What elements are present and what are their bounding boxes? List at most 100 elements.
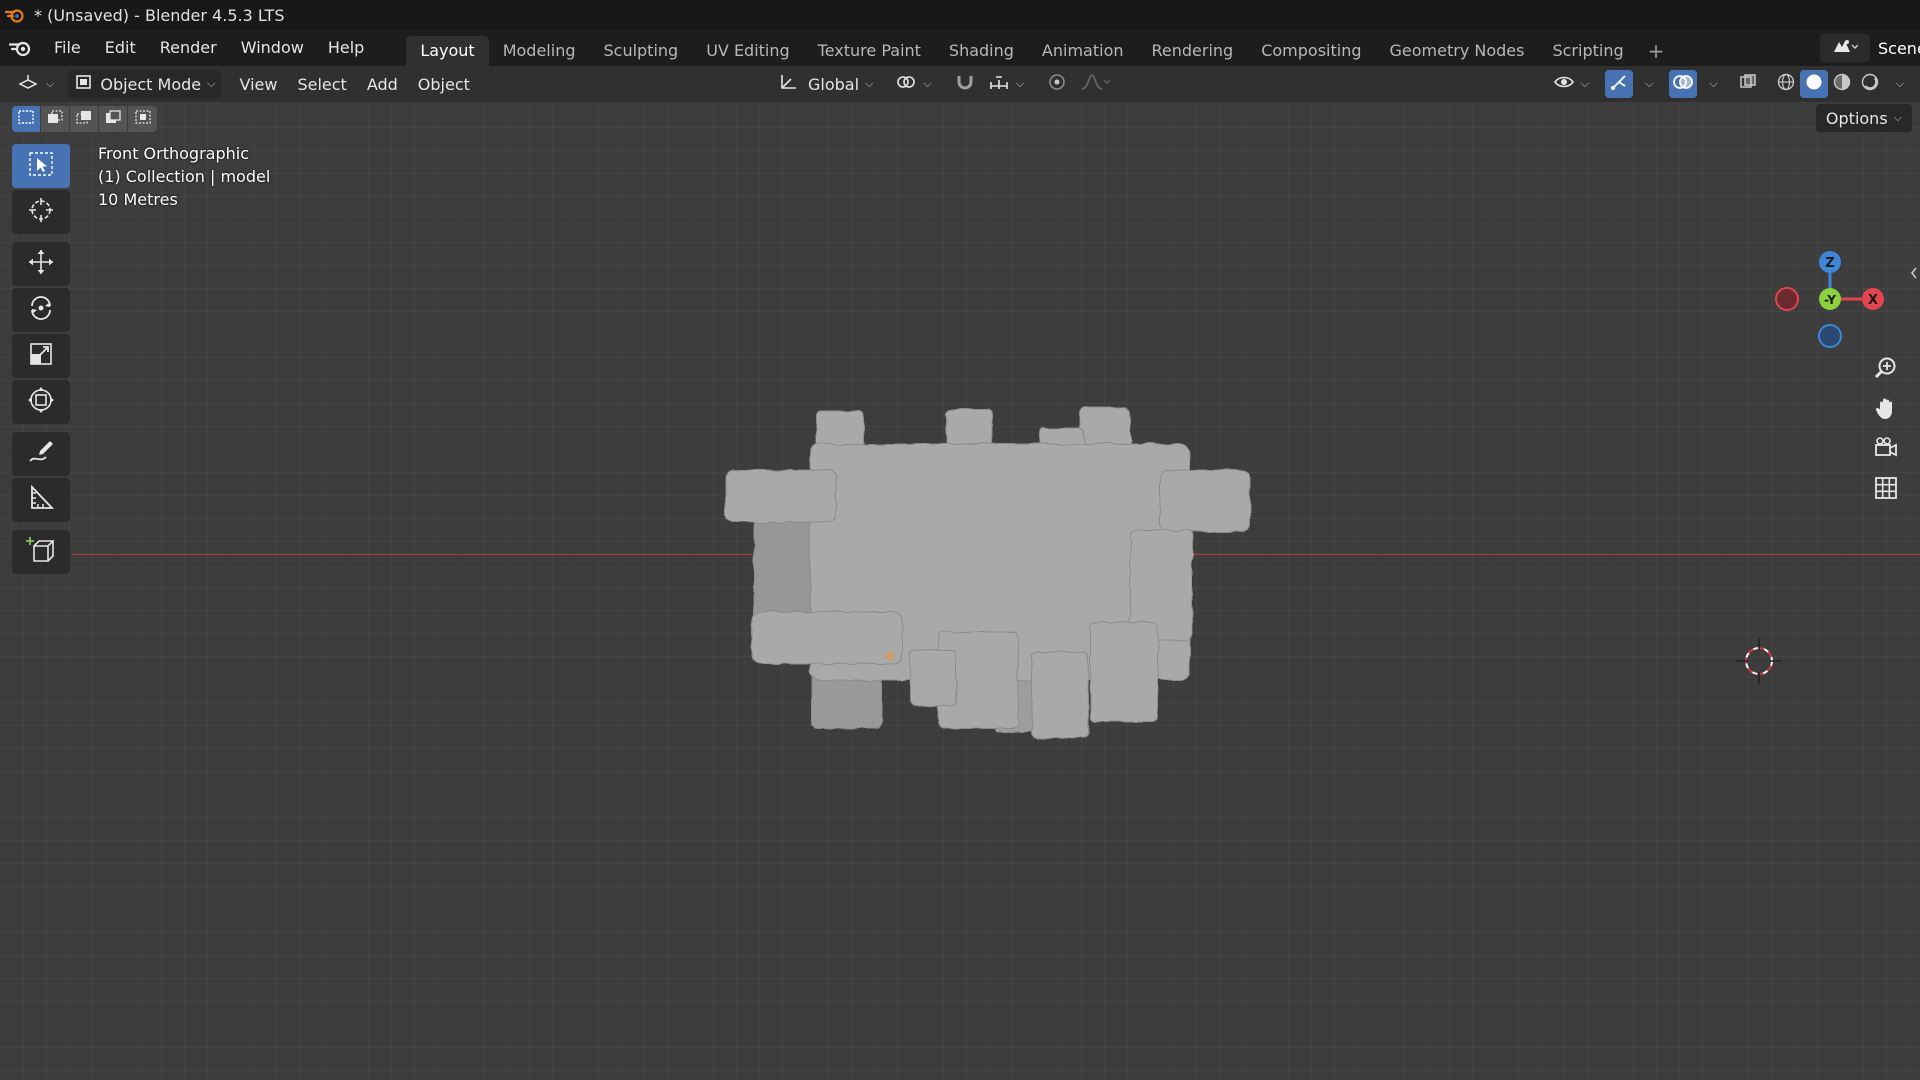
scene-name[interactable]: Scene bbox=[1874, 39, 1920, 58]
blender-menu-icon[interactable] bbox=[0, 30, 42, 66]
select-intersect-button[interactable] bbox=[128, 106, 157, 132]
menu-render[interactable]: Render bbox=[148, 34, 229, 62]
menu-file[interactable]: File bbox=[42, 34, 93, 62]
tab-modeling[interactable]: Modeling bbox=[489, 36, 590, 66]
editor-type-button[interactable]: ⌵ bbox=[12, 70, 60, 98]
pivot-icon bbox=[895, 72, 917, 96]
gizmo-neg-x[interactable] bbox=[1775, 287, 1799, 311]
select-new-icon bbox=[17, 109, 35, 129]
shading-rendered-button[interactable] bbox=[1856, 70, 1884, 98]
tab-texture-paint[interactable]: Texture Paint bbox=[804, 36, 935, 66]
shading-dropdown[interactable]: ⌵ bbox=[1884, 70, 1910, 98]
collection-info: (1) Collection | model bbox=[98, 167, 271, 186]
proportional-falloff-dropdown[interactable] bbox=[1074, 70, 1116, 98]
overlays-dropdown[interactable]: ⌵ bbox=[1697, 70, 1723, 98]
cursor-tool[interactable] bbox=[12, 190, 70, 234]
select-extend-button[interactable] bbox=[41, 106, 70, 132]
pivot-point-dropdown[interactable]: ⌵ bbox=[889, 70, 937, 98]
navigation-gizmo[interactable]: Z X -Y bbox=[1775, 244, 1885, 354]
gizmo-dropdown[interactable]: ⌵ bbox=[1633, 70, 1659, 98]
3d-viewport[interactable]: Options ⌵ Front Orthographic (1) Collect… bbox=[0, 102, 1920, 1080]
gizmo-neg-z[interactable] bbox=[1818, 324, 1842, 348]
chevron-down-icon: ⌵ bbox=[1895, 77, 1904, 90]
shading-solid-button[interactable] bbox=[1799, 70, 1828, 98]
scale-icon bbox=[26, 339, 56, 373]
annotate-tool[interactable] bbox=[12, 432, 70, 476]
scale-tool[interactable] bbox=[12, 334, 70, 378]
menu-object[interactable]: Object bbox=[408, 75, 480, 94]
zoom-button[interactable] bbox=[1868, 352, 1904, 388]
scene-icon bbox=[1832, 37, 1859, 59]
menu-edit[interactable]: Edit bbox=[93, 34, 148, 62]
add-cube-icon bbox=[26, 535, 56, 569]
magnet-icon bbox=[954, 72, 976, 96]
xray-toggle[interactable] bbox=[1734, 70, 1762, 98]
shading-wireframe-button[interactable] bbox=[1772, 70, 1800, 98]
xray-icon bbox=[1738, 72, 1758, 96]
orientation-label: Global bbox=[808, 74, 860, 94]
select-new-button[interactable] bbox=[12, 106, 41, 132]
move-arrows-icon bbox=[26, 247, 56, 281]
proportional-icon bbox=[1046, 72, 1068, 96]
tab-layout[interactable]: Layout bbox=[406, 36, 489, 66]
camera-view-button[interactable] bbox=[1868, 432, 1904, 468]
tab-shading[interactable]: Shading bbox=[935, 36, 1028, 66]
scene-selector-button[interactable] bbox=[1820, 34, 1870, 62]
hand-icon bbox=[1873, 395, 1899, 425]
3d-cursor-icon[interactable] bbox=[1730, 632, 1788, 690]
menu-help[interactable]: Help bbox=[316, 34, 376, 62]
add-workspace-button[interactable]: + bbox=[1638, 39, 1675, 63]
select-extend-icon bbox=[46, 109, 64, 129]
gizmo-y-label: -Y bbox=[1824, 293, 1836, 307]
measure-tool[interactable] bbox=[12, 478, 70, 522]
menu-window[interactable]: Window bbox=[229, 34, 316, 62]
tab-compositing[interactable]: Compositing bbox=[1247, 36, 1375, 66]
add-cube-tool[interactable] bbox=[12, 530, 70, 574]
sidebar-toggle-button[interactable] bbox=[1908, 262, 1920, 286]
top-header: File Edit Render Window Help Layout Mode… bbox=[0, 30, 1920, 66]
tab-animation[interactable]: Animation bbox=[1028, 36, 1138, 66]
tab-rendering[interactable]: Rendering bbox=[1138, 36, 1248, 66]
tab-geometry-nodes[interactable]: Geometry Nodes bbox=[1376, 36, 1539, 66]
select-box-tool[interactable] bbox=[12, 144, 70, 188]
camera-icon bbox=[1873, 435, 1899, 465]
pan-button[interactable] bbox=[1868, 392, 1904, 428]
tab-uv-editing[interactable]: UV Editing bbox=[692, 36, 803, 66]
shading-material-button[interactable] bbox=[1828, 70, 1856, 98]
tab-sculpting[interactable]: Sculpting bbox=[589, 36, 692, 66]
snap-target-dropdown[interactable]: ⌵ bbox=[982, 70, 1030, 98]
chevron-down-icon: ⌵ bbox=[46, 77, 55, 90]
solid-sphere-icon bbox=[1804, 72, 1824, 96]
tab-scripting[interactable]: Scripting bbox=[1538, 36, 1637, 66]
proportional-editing-toggle[interactable] bbox=[1040, 70, 1074, 98]
overlays-icon bbox=[1672, 72, 1694, 96]
menu-view[interactable]: View bbox=[229, 75, 287, 94]
overlays-toggle[interactable] bbox=[1669, 70, 1698, 98]
options-dropdown[interactable]: Options ⌵ bbox=[1815, 104, 1912, 132]
menu-select[interactable]: Select bbox=[287, 75, 356, 94]
mode-dropdown[interactable]: Object Mode ⌵ bbox=[68, 70, 222, 98]
select-box-icon bbox=[26, 149, 56, 183]
gizmo-toggle[interactable] bbox=[1604, 70, 1633, 98]
transform-controls: Global ⌵ ⌵ ⌵ bbox=[772, 70, 1116, 98]
rotate-tool[interactable] bbox=[12, 288, 70, 332]
model-mesh[interactable] bbox=[720, 402, 1260, 742]
viewport-info: Front Orthographic (1) Collection | mode… bbox=[98, 142, 270, 211]
snap-toggle[interactable] bbox=[948, 70, 982, 98]
select-invert-button[interactable] bbox=[99, 106, 128, 132]
transform-tool[interactable] bbox=[12, 380, 70, 424]
window-title: * (Unsaved) - Blender 4.5.3 LTS bbox=[34, 5, 285, 25]
visibility-dropdown[interactable]: ⌵ bbox=[1547, 70, 1595, 98]
transform-orientation-dropdown[interactable]: Global ⌵ bbox=[772, 70, 879, 98]
chevron-down-icon: ⌵ bbox=[865, 77, 874, 90]
menu-add[interactable]: Add bbox=[357, 75, 408, 94]
select-intersect-icon bbox=[134, 109, 152, 129]
orientation-axes-icon bbox=[778, 72, 800, 96]
viewport-display-controls: ⌵ ⌵ ⌵ ⌵ bbox=[1547, 70, 1910, 98]
projection-toggle-button[interactable] bbox=[1868, 472, 1904, 508]
tool-shelf bbox=[12, 144, 72, 576]
select-invert-icon bbox=[104, 109, 122, 129]
move-tool[interactable] bbox=[12, 242, 70, 286]
select-subtract-button[interactable] bbox=[70, 106, 99, 132]
rendered-sphere-icon bbox=[1860, 72, 1880, 96]
